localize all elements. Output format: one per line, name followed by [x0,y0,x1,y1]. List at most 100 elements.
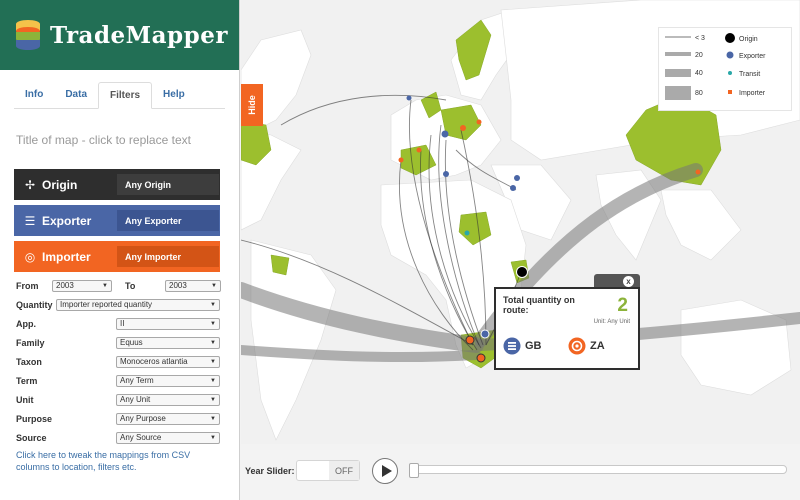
quantity-row: Quantity Importer reported quantity ▼ [16,297,222,312]
importer-point [465,335,475,345]
map-title-editable[interactable]: Title of map - click to replace text [16,133,239,147]
exporter-filter[interactable]: ☰ Exporter Any Exporter [14,205,220,236]
year-slider-label: Year Slider: [245,466,295,476]
legend-origin-marker [725,33,735,43]
importer-filter[interactable]: ◎ Importer Any Importer [14,241,220,272]
chevron-down-icon: ▼ [210,396,216,403]
taxon-select[interactable]: Monoceros atlantia ▼ [116,355,220,368]
importer-point [398,157,404,163]
exporter-filter-label: Exporter [42,213,92,228]
legend-importer-marker [728,90,732,94]
logo-bar: TradeMapper [0,0,239,70]
purpose-label: Purpose [16,413,53,424]
family-label: Family [16,337,45,348]
legend-importer-label: Importer [739,90,766,97]
year-slider-track[interactable] [409,463,787,478]
quantity-select[interactable]: Importer reported quantity ▼ [56,298,220,311]
origin-filter-label: Origin [42,177,78,192]
map-legend: < 3 20 40 80 Origin Exporter Transit Imp… [658,27,792,111]
purpose-select[interactable]: Any Purpose ▼ [116,412,220,425]
family-select[interactable]: Equus ▼ [116,336,220,349]
unit-row: Unit Any Unit ▼ [16,392,222,407]
to-label: To [125,280,136,291]
importer-point [695,169,701,175]
exporter-point [480,329,490,339]
unit-select[interactable]: Any Unit ▼ [116,393,220,406]
sidebar: TradeMapper Info Data Filters Help Title… [0,0,240,500]
app-title: TradeMapper [50,21,228,49]
legend-graphic: < 3 20 40 80 Origin Exporter Transit Imp… [665,33,766,100]
importer-point [476,119,482,125]
toggle-off-label: OFF [329,461,359,480]
legend-exporter-marker [726,51,734,59]
popup-to-code: ZA [590,340,605,352]
legend-transit-marker [728,71,732,75]
importer-filter-label: Importer [42,249,91,264]
chevron-down-icon: ▼ [210,377,216,384]
chevron-down-icon: ▼ [102,282,108,289]
term-select[interactable]: Any Term ▼ [116,374,220,387]
chevron-down-icon: ▼ [210,415,216,422]
origin-filter[interactable]: ✢ Origin Any Origin [14,169,220,200]
tab-data[interactable]: Data [54,82,98,109]
hide-sidebar-button[interactable]: Hide [241,84,263,126]
list-icon: ☰ [24,213,36,228]
chevron-down-icon: ▼ [210,339,216,346]
popup-to-country[interactable]: ZA [568,337,605,355]
popup-from-country[interactable]: GB [503,337,542,355]
tab-help[interactable]: Help [152,82,196,109]
chevron-down-icon: ▼ [210,301,216,308]
app-row: App. II ▼ [16,316,222,331]
australia-land [680,299,792,396]
importer-point [460,125,466,131]
exporter-point [441,130,449,138]
legend-exporter-label: Exporter [739,53,766,60]
database-logo-icon [16,20,40,50]
year-range-row: From 2003 ▼ To 2003 ▼ [16,278,222,293]
year-slider-toggle[interactable]: OFF [296,460,360,481]
source-label: Source [16,432,47,443]
from-year-select[interactable]: 2003 ▼ [52,279,112,292]
app-label: App. [16,318,36,329]
purpose-row: Purpose Any Purpose ▼ [16,411,222,426]
unit-label: Unit [16,394,34,405]
crosshair-icon: ✢ [24,177,36,192]
taxon-label: Taxon [16,356,42,367]
legend-width-2: 20 [695,52,703,59]
popup-quantity: 2 [617,295,628,316]
exporter-point [443,171,449,177]
year-slider-handle[interactable] [409,463,419,478]
exporter-point [406,95,412,101]
legend-origin-label: Origin [739,36,758,43]
play-button[interactable] [372,458,398,484]
chevron-down-icon: ▼ [211,282,217,289]
south-america-land [250,239,337,441]
sidebar-tabs: Info Data Filters Help [14,82,225,109]
term-label: Term [16,375,38,386]
legend-transit-label: Transit [739,71,760,78]
south-america-highlight [270,254,290,276]
source-row: Source Any Source ▼ [16,430,222,445]
exporter-filter-select[interactable]: Any Exporter [117,210,219,231]
trade-map[interactable]: Hide < 3 20 40 80 Origin Exporter Transi… [241,0,800,500]
exporter-point [514,175,520,181]
app-select[interactable]: II ▼ [116,317,220,330]
legend-width-3: 40 [695,70,703,77]
popup-unit: Unit: Any Unit [593,319,630,325]
source-select[interactable]: Any Source ▼ [116,431,220,444]
tab-filters[interactable]: Filters [98,82,153,109]
to-year-select[interactable]: 2003 ▼ [165,279,221,292]
origin-filter-select[interactable]: Any Origin [117,174,219,195]
southeast-asia-land [660,189,742,261]
legend-width-4: 80 [695,90,703,97]
importer-filter-select[interactable]: Any Importer [117,246,219,267]
csv-mapping-link[interactable]: Click here to tweak the mappings from CS… [16,449,216,473]
tab-info[interactable]: Info [14,82,54,109]
importer-point [416,147,422,153]
from-label: From [16,280,39,291]
popup-title: Total quantity on route: [503,295,575,315]
family-row: Family Equus ▼ [16,335,222,350]
route-popup: Total quantity on route: 2 Unit: Any Uni… [494,287,640,370]
popup-close-button[interactable]: x [623,276,634,287]
legend-width-1: < 3 [695,35,705,42]
